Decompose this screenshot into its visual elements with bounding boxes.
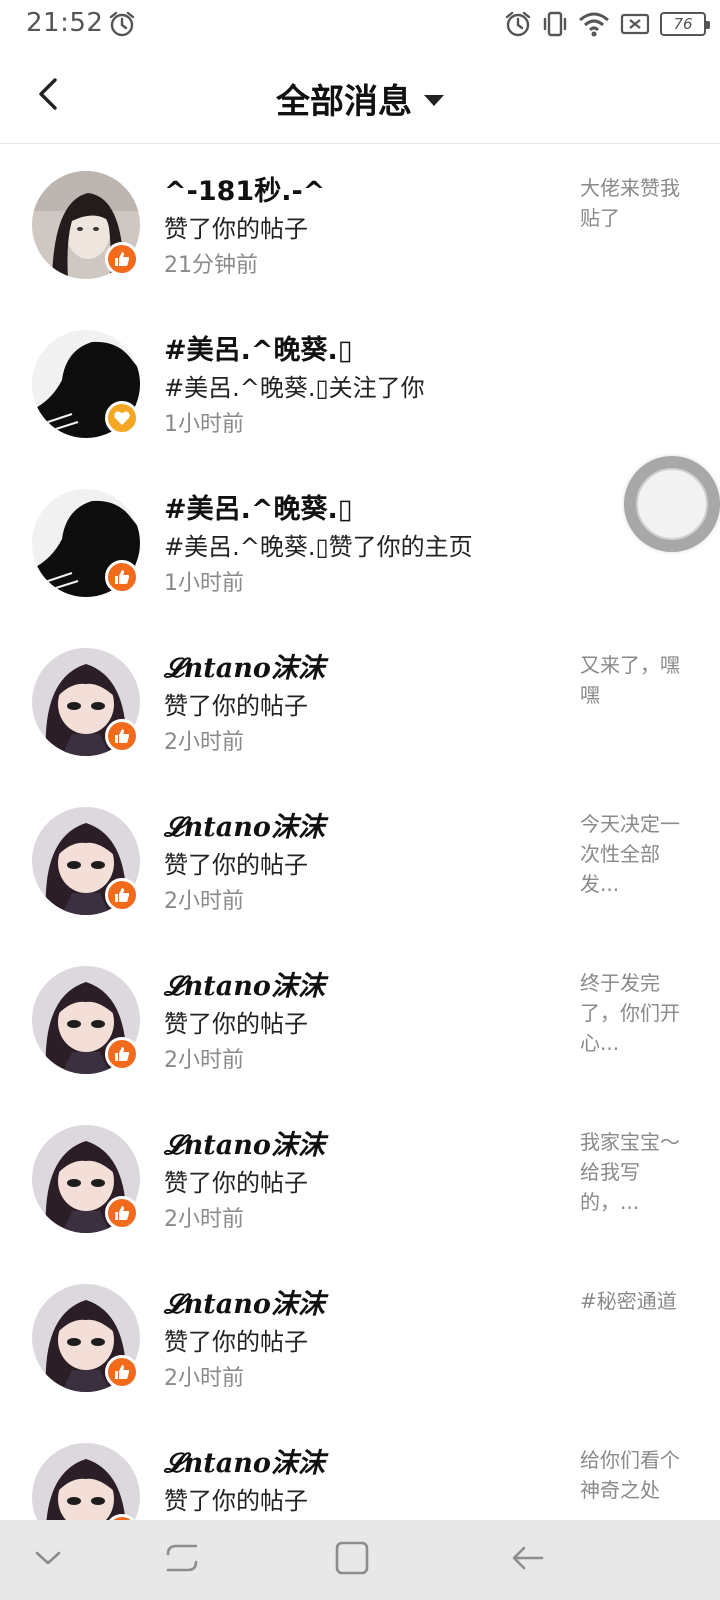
no-sim-icon bbox=[620, 12, 650, 36]
message-time: 2小时前 bbox=[164, 730, 244, 755]
message-time: 1小时前 bbox=[164, 412, 244, 437]
like-badge bbox=[105, 1037, 139, 1071]
recent-apps-button[interactable] bbox=[160, 1538, 204, 1582]
sender-name: 𝓛ntano沫沫 bbox=[164, 1289, 325, 1320]
message-action: #美呂.^晚葵.▯关注了你 bbox=[164, 374, 425, 402]
message-item[interactable]: 𝓛ntano沫沫 赞了你的帖子 2小时前 今天决定一次性全部发... bbox=[0, 781, 720, 940]
message-item[interactable]: 𝓛ntano沫沫 赞了你的帖子 2小时前 我家宝宝～给我写的，... bbox=[0, 1099, 720, 1258]
message-item[interactable]: ^-181秒.-^ 赞了你的帖子 21分钟前 大佬来赞我贴了 bbox=[0, 145, 720, 304]
sender-name: 𝓛ntano沫沫 bbox=[164, 653, 325, 684]
message-time: 2小时前 bbox=[164, 1366, 244, 1391]
status-bar: 21:52 76 bbox=[0, 0, 720, 50]
message-item[interactable]: 𝓛ntano沫沫 赞了你的帖子 给你们看个神奇之处 bbox=[0, 1417, 720, 1520]
post-snippet[interactable]: 今天决定一次性全部发... bbox=[580, 809, 692, 899]
thumbs-up-icon bbox=[113, 250, 131, 268]
hide-keyboard-icon bbox=[33, 1548, 63, 1572]
message-action: 赞了你的帖子 bbox=[164, 851, 308, 879]
sender-name: ^-181秒.-^ bbox=[164, 176, 326, 207]
like-badge bbox=[105, 878, 139, 912]
alarm-icon bbox=[108, 10, 136, 38]
sender-name: #美呂.^晚葵.▯ bbox=[164, 494, 353, 525]
sender-name: #美呂.^晚葵.▯ bbox=[164, 335, 353, 366]
like-badge bbox=[105, 242, 139, 276]
message-time: 2小时前 bbox=[164, 889, 244, 914]
message-time: 2小时前 bbox=[164, 1048, 244, 1073]
sender-name: 𝓛ntano沫沫 bbox=[164, 971, 325, 1002]
post-snippet[interactable]: 终于发完了，你们开心... bbox=[580, 968, 692, 1058]
thumbs-up-icon bbox=[113, 1045, 131, 1063]
alarm-icon bbox=[504, 10, 532, 38]
message-time: 21分钟前 bbox=[164, 253, 258, 278]
sender-name: 𝓛ntano沫沫 bbox=[164, 812, 325, 843]
nav-back-button[interactable] bbox=[506, 1538, 550, 1582]
message-time: 2小时前 bbox=[164, 1207, 244, 1232]
heart-icon bbox=[113, 409, 131, 427]
message-item[interactable]: #美呂.^晚葵.▯ #美呂.^晚葵.▯赞了你的主页 1小时前 bbox=[0, 463, 720, 622]
like-badge bbox=[105, 719, 139, 753]
battery-icon: 76 bbox=[660, 12, 710, 36]
message-action: 赞了你的帖子 bbox=[164, 1487, 308, 1515]
thumbs-up-icon bbox=[113, 1363, 131, 1381]
message-action: 赞了你的帖子 bbox=[164, 215, 308, 243]
page-title: 全部消息 bbox=[276, 82, 412, 122]
message-action: 赞了你的帖子 bbox=[164, 1328, 308, 1356]
post-snippet[interactable]: 我家宝宝～给我写的，... bbox=[580, 1127, 692, 1217]
message-action: 赞了你的帖子 bbox=[164, 692, 308, 720]
follow-badge bbox=[105, 401, 139, 435]
message-list[interactable]: ^-181秒.-^ 赞了你的帖子 21分钟前 大佬来赞我贴了 #美呂.^晚葵.▯… bbox=[0, 145, 720, 1520]
recent-apps-icon bbox=[164, 1540, 200, 1580]
message-action: #美呂.^晚葵.▯赞了你的主页 bbox=[164, 533, 473, 561]
like-badge bbox=[105, 560, 139, 594]
like-badge bbox=[105, 1355, 139, 1389]
system-nav-bar bbox=[0, 1520, 720, 1600]
battery-level: 76 bbox=[673, 15, 693, 33]
thumbs-up-icon bbox=[113, 1204, 131, 1222]
title-dropdown[interactable]: 全部消息 bbox=[0, 74, 720, 123]
message-item[interactable]: 𝓛ntano沫沫 赞了你的帖子 2小时前 又来了，嘿嘿 bbox=[0, 622, 720, 781]
post-snippet[interactable]: #秘密通道 bbox=[580, 1286, 692, 1316]
post-snippet[interactable]: 给你们看个神奇之处 bbox=[580, 1445, 692, 1505]
thumbs-up-icon bbox=[113, 568, 131, 586]
message-item[interactable]: 𝓛ntano沫沫 赞了你的帖子 2小时前 终于发完了，你们开心... bbox=[0, 940, 720, 1099]
back-icon bbox=[510, 1543, 546, 1577]
message-action: 赞了你的帖子 bbox=[164, 1169, 308, 1197]
wifi-icon bbox=[578, 10, 610, 38]
like-badge bbox=[105, 1196, 139, 1230]
vibrate-icon bbox=[542, 10, 568, 38]
avatar[interactable] bbox=[32, 1443, 140, 1520]
post-snippet[interactable]: 大佬来赞我贴了 bbox=[580, 173, 692, 233]
sender-name: 𝓛ntano沫沫 bbox=[164, 1130, 325, 1161]
message-action: 赞了你的帖子 bbox=[164, 1010, 308, 1038]
caret-down-icon bbox=[424, 95, 444, 106]
floating-button-inner bbox=[636, 468, 708, 540]
message-item[interactable]: 𝓛ntano沫沫 赞了你的帖子 2小时前 #秘密通道 bbox=[0, 1258, 720, 1417]
header: 全部消息 bbox=[0, 50, 720, 144]
hide-keyboard-button[interactable] bbox=[26, 1538, 70, 1582]
home-button[interactable] bbox=[330, 1538, 374, 1582]
thumbs-up-icon bbox=[113, 886, 131, 904]
post-snippet[interactable]: 又来了，嘿嘿 bbox=[580, 650, 692, 710]
floating-assistive-button[interactable] bbox=[624, 456, 720, 552]
sender-name: 𝓛ntano沫沫 bbox=[164, 1448, 325, 1479]
home-icon bbox=[334, 1540, 370, 1580]
message-time: 1小时前 bbox=[164, 571, 244, 596]
message-item[interactable]: #美呂.^晚葵.▯ #美呂.^晚葵.▯关注了你 1小时前 bbox=[0, 304, 720, 463]
thumbs-up-icon bbox=[113, 727, 131, 745]
status-time: 21:52 bbox=[26, 8, 104, 38]
